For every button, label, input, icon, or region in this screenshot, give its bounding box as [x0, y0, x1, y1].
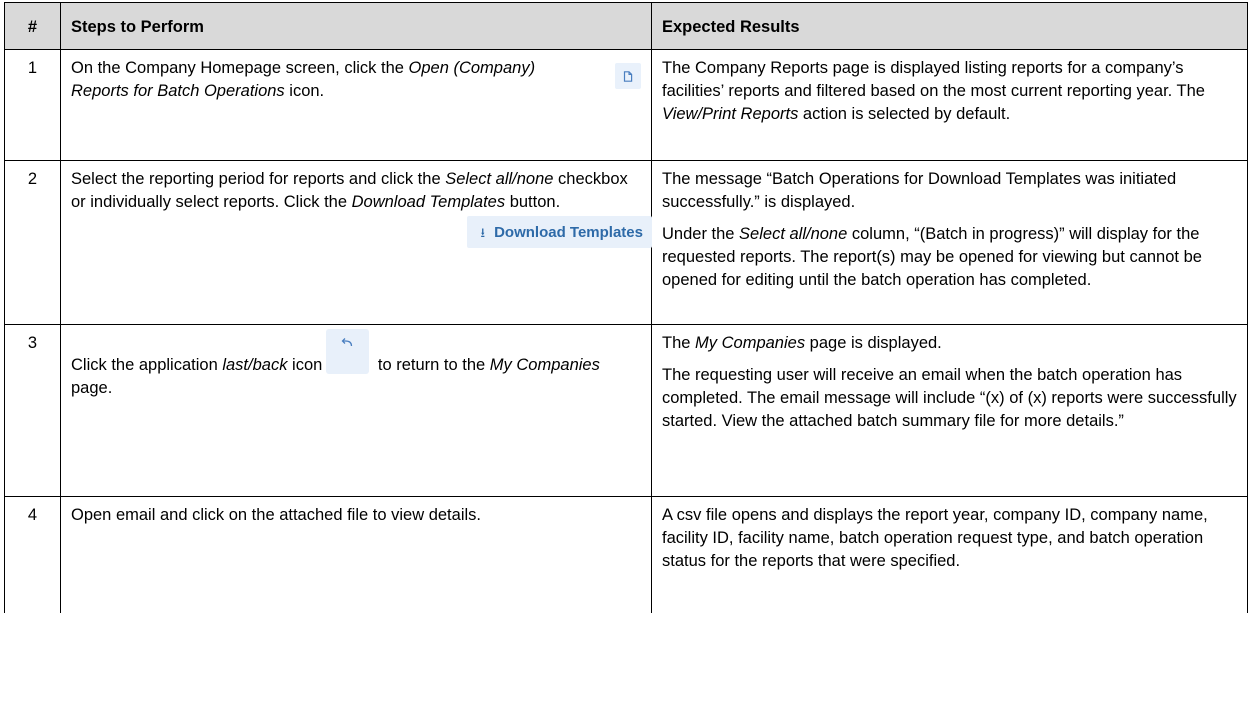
- result-cell: The message “Batch Operations for Downlo…: [651, 160, 1248, 325]
- result-text: The message “Batch Operations for Downlo…: [662, 170, 1177, 211]
- step-text: Click the application last/back icon to …: [71, 329, 641, 400]
- download-templates-button[interactable]: ⭳ Download Templates: [466, 216, 652, 248]
- result-cell: A csv file opens and displays the report…: [651, 496, 1248, 613]
- download-icon: ⭳: [480, 224, 486, 240]
- table-row: 3 Click the application last/back icon t…: [4, 324, 1248, 497]
- header-steps: Steps to Perform: [60, 2, 652, 50]
- step-text: Open email and click on the attached fil…: [71, 506, 481, 524]
- result-text: The requesting user will receive an emai…: [662, 366, 1237, 430]
- step-number: 3: [4, 324, 61, 497]
- table-header-row: # Steps to Perform Expected Results: [4, 2, 1248, 50]
- open-reports-batch-button[interactable]: [615, 63, 641, 89]
- step-text: Select the reporting period for reports …: [71, 170, 628, 211]
- result-text: The Company Reports page is displayed li…: [662, 59, 1205, 123]
- result-cell: The Company Reports page is displayed li…: [651, 49, 1248, 161]
- step-number: 1: [4, 49, 61, 161]
- result-text: A csv file opens and displays the report…: [662, 506, 1208, 570]
- step-text: On the Company Homepage screen, click th…: [71, 59, 536, 100]
- step-number: 4: [4, 496, 61, 613]
- table-row: 1 On the Company Homepage screen, click …: [4, 49, 1248, 161]
- result-cell: The My Companies page is displayed. The …: [651, 324, 1248, 497]
- download-templates-label: Download Templates: [494, 223, 643, 241]
- header-results: Expected Results: [651, 2, 1248, 50]
- header-number: #: [4, 2, 61, 50]
- result-text: Under the Select all/none column, “(Batc…: [662, 225, 1202, 289]
- step-number: 2: [4, 160, 61, 325]
- table-row: 2 Select the reporting period for report…: [4, 160, 1248, 325]
- step-cell: Open email and click on the attached fil…: [60, 496, 652, 613]
- back-arrow-icon: [341, 338, 353, 347]
- step-cell: On the Company Homepage screen, click th…: [60, 49, 652, 161]
- table-row: 4 Open email and click on the attached f…: [4, 496, 1248, 613]
- step-cell: Select the reporting period for reports …: [60, 160, 652, 325]
- back-button[interactable]: [326, 329, 370, 374]
- result-text: The My Companies page is displayed.: [662, 334, 942, 352]
- step-cell: Click the application last/back icon to …: [60, 324, 652, 497]
- document-icon: [623, 70, 633, 82]
- test-steps-table: # Steps to Perform Expected Results 1 On…: [4, 2, 1248, 613]
